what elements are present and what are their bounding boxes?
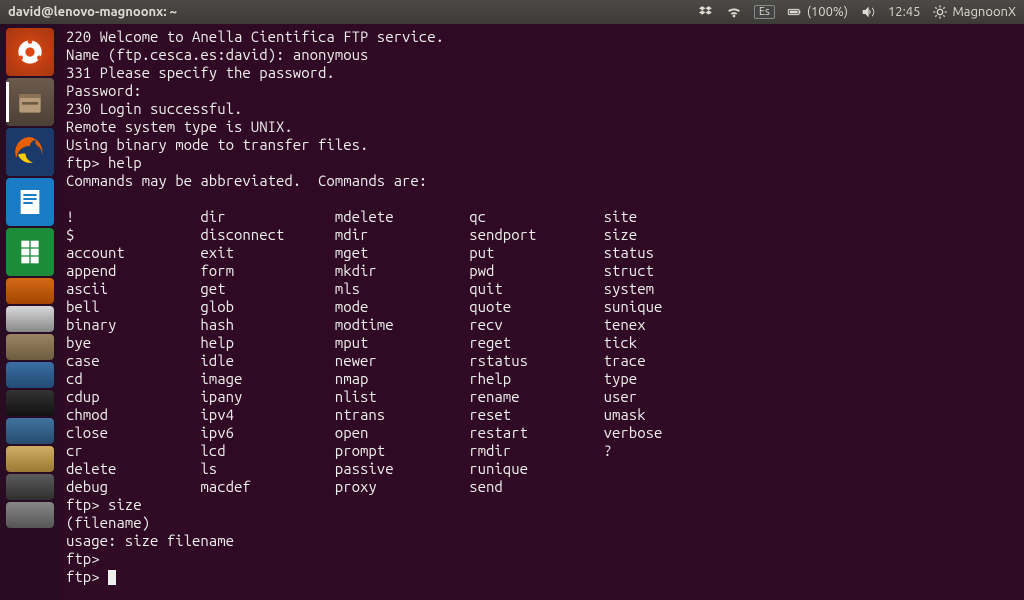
launcher-item-7[interactable]	[6, 306, 54, 332]
dropbox-icon[interactable]	[698, 4, 714, 20]
battery-percent: (100%)	[807, 5, 848, 19]
launcher-item-11[interactable]	[6, 418, 54, 444]
launcher-item-6[interactable]	[6, 278, 54, 304]
firefox-icon[interactable]	[6, 128, 54, 176]
indicator-area: Es (100%) 12:45 MagnoonX	[698, 4, 1016, 20]
session-menu[interactable]: MagnoonX	[932, 4, 1016, 20]
terminal[interactable]: 220 Welcome to Anella Cientifica FTP ser…	[60, 24, 1024, 600]
launcher-item-13[interactable]	[6, 474, 54, 500]
clock[interactable]: 12:45	[888, 5, 921, 19]
window-title: david@lenovo-magnoonx: ~	[8, 5, 177, 19]
files-icon[interactable]	[6, 78, 54, 126]
unity-launcher	[0, 24, 60, 600]
launcher-item-8[interactable]	[6, 334, 54, 360]
cursor	[108, 570, 116, 585]
volume-icon[interactable]	[860, 4, 876, 20]
wifi-icon[interactable]	[726, 4, 742, 20]
launcher-item-12[interactable]	[6, 446, 54, 472]
writer-icon[interactable]	[6, 178, 54, 226]
battery-indicator[interactable]: (100%)	[787, 4, 848, 20]
keyboard-layout[interactable]: Es	[754, 5, 775, 19]
launcher-item-9[interactable]	[6, 362, 54, 388]
launcher-item-10[interactable]	[6, 390, 54, 416]
calc-icon[interactable]	[6, 228, 54, 276]
top-panel: david@lenovo-magnoonx: ~ Es (100%) 12:45…	[0, 0, 1024, 24]
session-label: MagnoonX	[952, 5, 1016, 19]
dash-icon[interactable]	[6, 28, 54, 76]
launcher-item-14[interactable]	[6, 502, 54, 528]
terminal-output: 220 Welcome to Anella Cientifica FTP ser…	[66, 28, 1018, 586]
